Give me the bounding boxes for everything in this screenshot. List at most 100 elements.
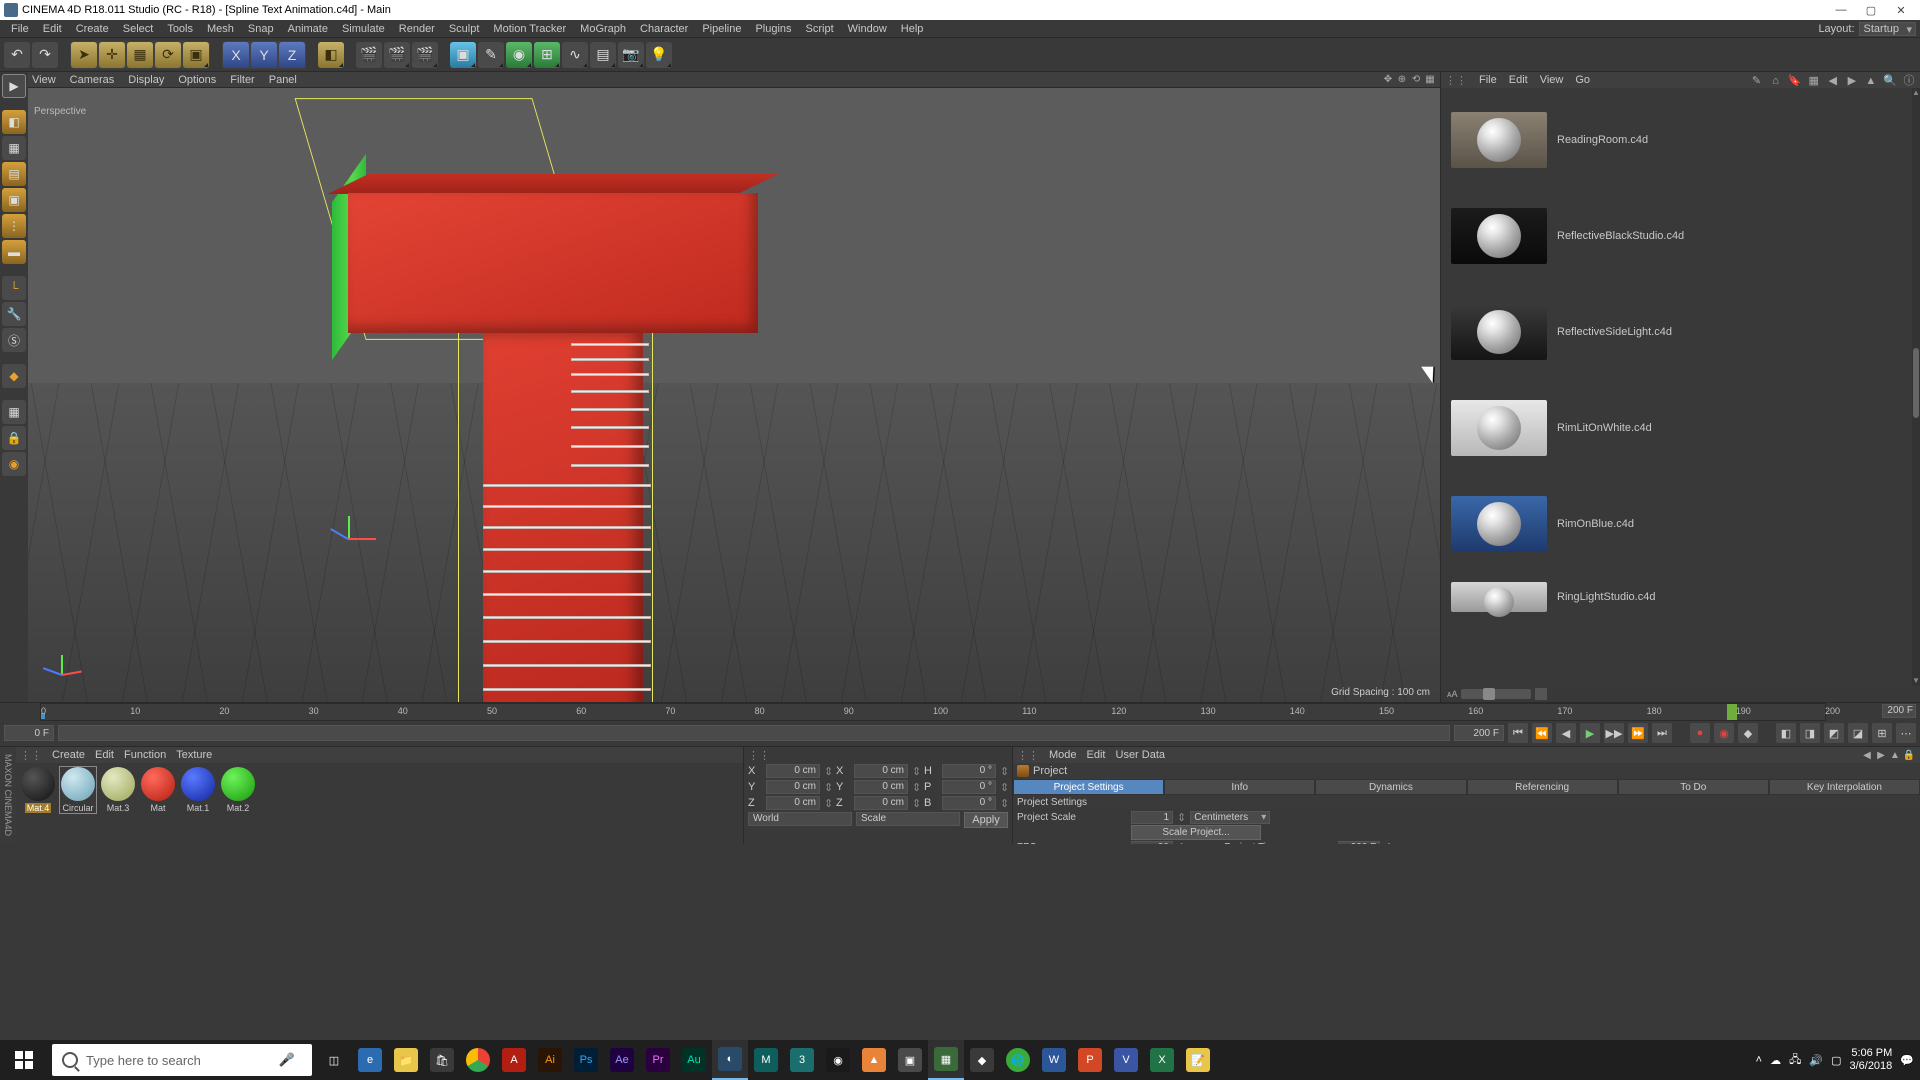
menu-plugins[interactable]: Plugins xyxy=(748,23,798,35)
vp-menu-panel[interactable]: Panel xyxy=(269,74,297,86)
tab-key-interp[interactable]: Key Interpolation xyxy=(1769,779,1920,795)
mic-icon[interactable]: 🎤 xyxy=(272,1052,302,1068)
rot-p-field[interactable]: 0 ° xyxy=(942,780,996,794)
excel-button[interactable]: X xyxy=(1144,1040,1180,1080)
x-axis-toggle[interactable]: X xyxy=(223,42,249,68)
menu-tools[interactable]: Tools xyxy=(160,23,200,35)
add-light-button[interactable]: 💡 xyxy=(646,42,672,68)
axis-gizmo[interactable] xyxy=(348,518,388,558)
taskview-button[interactable]: ◫ xyxy=(316,1040,352,1080)
menu-mesh[interactable]: Mesh xyxy=(200,23,241,35)
model-mode-button[interactable]: ◧ xyxy=(2,110,26,134)
mat-menu-edit[interactable]: Edit xyxy=(95,749,114,761)
key-param-button[interactable]: ◪ xyxy=(1848,723,1868,743)
vp-menu-options[interactable]: Options xyxy=(178,74,216,86)
material-item[interactable]: Mat.3 xyxy=(100,767,136,813)
menu-script[interactable]: Script xyxy=(799,23,841,35)
point-mode-button[interactable]: ⋮ xyxy=(2,214,26,238)
add-spline-button[interactable]: ∿ xyxy=(562,42,588,68)
maximize-button[interactable]: ▢ xyxy=(1856,0,1886,20)
tray-net-icon[interactable]: 🖧 xyxy=(1789,1051,1801,1070)
system-tray[interactable]: ˄ ☁ 🖧 🔊 ▢ 5:06 PM 3/6/2018 💬 xyxy=(1756,1047,1920,1073)
workplane-mode-button[interactable]: ▤ xyxy=(2,162,26,186)
locked-button[interactable]: ▦ xyxy=(2,400,26,424)
browser-menu-go[interactable]: Go xyxy=(1575,74,1590,86)
undo-button[interactable]: ↶ xyxy=(4,42,30,68)
vp-menu-display[interactable]: Display xyxy=(128,74,164,86)
attr-back-icon[interactable]: ◀ xyxy=(1860,748,1874,762)
material-item[interactable]: Mat.1 xyxy=(180,767,216,813)
vlc-button[interactable]: ▲ xyxy=(856,1040,892,1080)
y-axis-toggle[interactable]: Y xyxy=(251,42,277,68)
rot-b-field[interactable]: 0 ° xyxy=(942,796,996,810)
menu-window[interactable]: Window xyxy=(841,23,894,35)
axis-button[interactable]: └ xyxy=(2,276,26,300)
timeline-current-field[interactable]: 0 F xyxy=(4,725,54,741)
browser-search-icon[interactable]: 🔍 xyxy=(1883,73,1897,87)
render-region-button[interactable]: 🎬 xyxy=(384,42,410,68)
close-button[interactable]: ✕ xyxy=(1886,0,1916,20)
explorer-button[interactable]: 📁 xyxy=(388,1040,424,1080)
project-time-field[interactable]: 200 F xyxy=(1338,841,1380,844)
render-view-button[interactable]: 🎬 xyxy=(356,42,382,68)
menu-create[interactable]: Create xyxy=(69,23,116,35)
menu-animate[interactable]: Animate xyxy=(281,23,335,35)
add-cube-button[interactable]: ▣ xyxy=(450,42,476,68)
record-button[interactable]: ● xyxy=(1690,723,1710,743)
project-scale-field[interactable]: 1 xyxy=(1131,811,1173,824)
vp-menu-filter[interactable]: Filter xyxy=(230,74,254,86)
timeline-range-slider[interactable] xyxy=(58,725,1450,741)
add-array-button[interactable]: ⊞ xyxy=(534,42,560,68)
size-z-field[interactable]: 0 cm xyxy=(854,796,908,810)
pos-z-field[interactable]: 0 cm xyxy=(766,796,820,810)
menu-sculpt[interactable]: Sculpt xyxy=(442,23,487,35)
tab-todo[interactable]: To Do xyxy=(1618,779,1769,795)
minimize-button[interactable]: — xyxy=(1826,0,1856,20)
browser-fwd-icon[interactable]: ▶ xyxy=(1845,73,1859,87)
attr-lock-icon[interactable]: 🔒 xyxy=(1902,748,1916,762)
snap-button[interactable]: Ⓢ xyxy=(2,328,26,352)
browser-scrollbar[interactable]: ▲▼ xyxy=(1912,88,1920,686)
menu-snap[interactable]: Snap xyxy=(241,23,281,35)
lock-icon[interactable]: 🔒 xyxy=(2,426,26,450)
ae-button[interactable]: Ae xyxy=(604,1040,640,1080)
key-rot-button[interactable]: ◩ xyxy=(1824,723,1844,743)
add-camera-button[interactable]: 📷 xyxy=(618,42,644,68)
add-cloth-button[interactable]: ▤ xyxy=(590,42,616,68)
vp-menu-view[interactable]: View xyxy=(32,74,56,86)
texture-mode-button[interactable]: ▦ xyxy=(2,136,26,160)
move-tool[interactable]: ✛ xyxy=(99,42,125,68)
material-list[interactable]: Mat.4 Circular Mat.3 Mat Mat.1 Mat.2 xyxy=(16,763,743,844)
pr-button[interactable]: Pr xyxy=(640,1040,676,1080)
attr-menu-mode[interactable]: Mode xyxy=(1049,749,1077,761)
fps-field[interactable]: 30 xyxy=(1131,841,1173,844)
edge-mode-button[interactable]: ▬ xyxy=(2,240,26,264)
tab-info[interactable]: Info xyxy=(1164,779,1315,795)
timeline-end-field[interactable]: 200 F xyxy=(1454,725,1504,741)
app2-button[interactable]: ▦ xyxy=(928,1040,964,1080)
c4d-button[interactable]: ◐ xyxy=(712,1040,748,1080)
attr-menu-userdata[interactable]: User Data xyxy=(1116,749,1166,761)
tab-referencing[interactable]: Referencing xyxy=(1467,779,1618,795)
prev-key-button[interactable]: ⏪ xyxy=(1532,723,1552,743)
menu-character[interactable]: Character xyxy=(633,23,695,35)
list-item[interactable]: ReflectiveBlackStudio.c4d xyxy=(1451,188,1910,284)
vp-nav-rotate-icon[interactable]: ⟲ xyxy=(1410,74,1422,86)
key-pos-button[interactable]: ◧ xyxy=(1776,723,1796,743)
menu-select[interactable]: Select xyxy=(116,23,161,35)
visio-button[interactable]: V xyxy=(1108,1040,1144,1080)
notes-button[interactable]: 📝 xyxy=(1180,1040,1216,1080)
acrobat-button[interactable]: A xyxy=(496,1040,532,1080)
browser-menu-file[interactable]: File xyxy=(1479,74,1497,86)
browser-bookmark-icon[interactable]: 🔖 xyxy=(1788,73,1802,87)
viewport-3d[interactable]: Perspective xyxy=(28,88,1440,702)
menu-mograph[interactable]: MoGraph xyxy=(573,23,633,35)
coord-scale-dropdown[interactable]: Scale xyxy=(856,812,960,826)
chrome-button[interactable] xyxy=(460,1040,496,1080)
tab-project-settings[interactable]: Project Settings xyxy=(1013,779,1164,795)
browser-up-icon[interactable]: ▲ xyxy=(1864,74,1878,88)
key-pla-button[interactable]: ⊞ xyxy=(1872,723,1892,743)
apply-button[interactable]: Apply xyxy=(964,812,1008,828)
list-item[interactable]: ReflectiveSideLight.c4d xyxy=(1451,284,1910,380)
mat-menu-texture[interactable]: Texture xyxy=(176,749,212,761)
